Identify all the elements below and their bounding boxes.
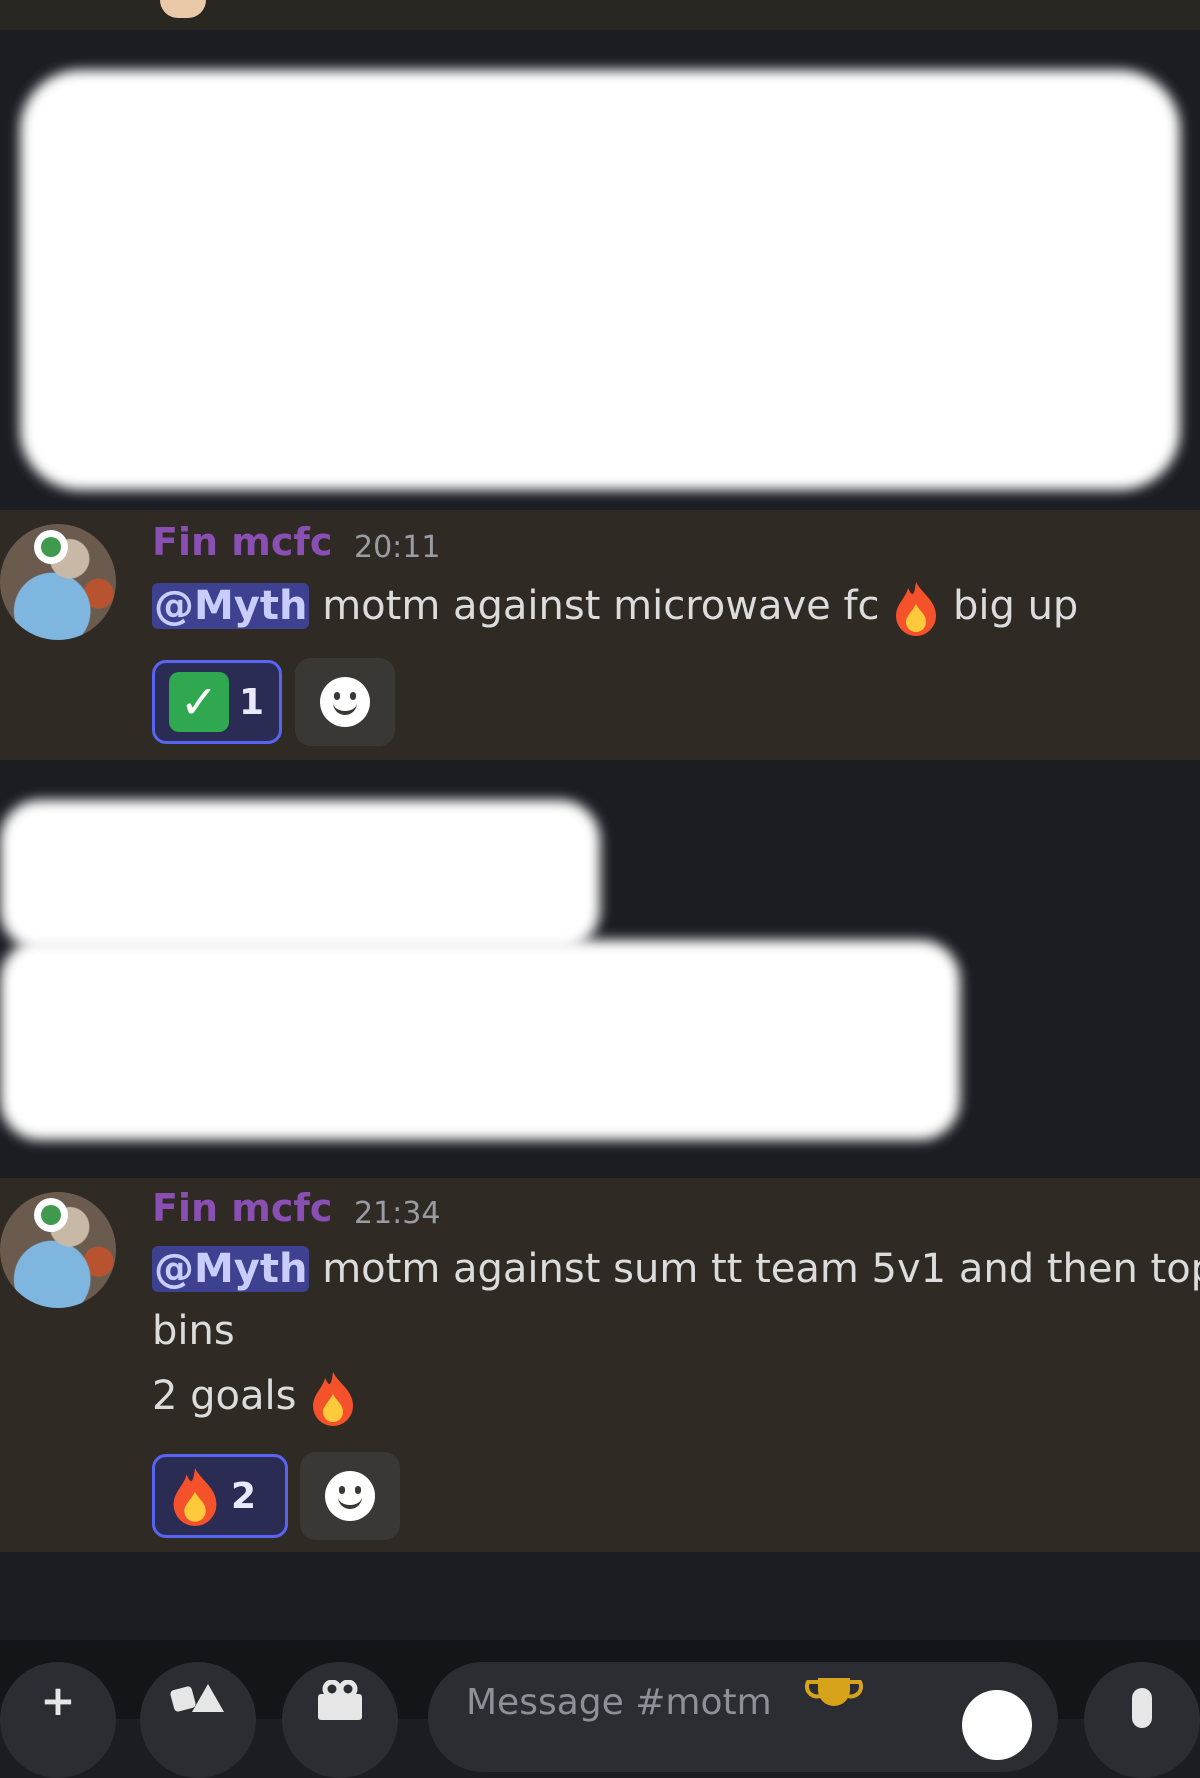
message-text-part: motm against sum tt team 5v1 and then to… <box>322 1246 1200 1292</box>
plus-button[interactable]: + <box>0 1662 116 1778</box>
redaction-scribble <box>0 940 960 1140</box>
redacted-message-area <box>0 30 1200 510</box>
reaction-chip[interactable]: 2 <box>152 1454 288 1538</box>
message-item[interactable]: Fin mcfc 21:34 @Myth motm against sum tt… <box>0 1178 1200 1552</box>
check-mark-emoji: ✓ <box>169 672 229 732</box>
microphone-button[interactable] <box>1084 1662 1200 1778</box>
fire-emoji <box>896 582 937 636</box>
trophy-icon <box>804 1678 864 1706</box>
previous-message-strip <box>0 0 1200 30</box>
message-text-part: big up <box>952 583 1079 629</box>
fire-emoji <box>173 1468 217 1526</box>
author-name[interactable]: Fin mcfc <box>152 520 332 564</box>
message-text-part: motm against microwave fc <box>322 583 880 629</box>
hand-emoji <box>160 0 206 18</box>
reaction-chip[interactable]: ✓ 1 <box>152 660 282 744</box>
message-text: @Myth motm against sum tt team 5v1 and t… <box>152 1246 1200 1292</box>
redaction-scribble <box>20 70 1180 490</box>
fire-emoji <box>313 1372 354 1426</box>
club-badge-icon <box>34 1198 68 1232</box>
message-text: @Myth motm against microwave fc big up <box>152 580 1078 636</box>
user-mention[interactable]: @Myth <box>152 1246 310 1292</box>
message-text-line: bins <box>152 1308 235 1354</box>
avatar[interactable] <box>0 1192 116 1308</box>
apps-icon <box>170 1684 224 1712</box>
timestamp: 21:34 <box>354 1196 441 1231</box>
add-reaction-button[interactable] <box>295 658 395 746</box>
club-badge-icon <box>34 530 68 564</box>
redacted-message-area <box>0 760 1200 1178</box>
author-name[interactable]: Fin mcfc <box>152 1186 332 1230</box>
message-text-line: 2 goals <box>152 1370 357 1426</box>
timestamp: 20:11 <box>354 530 441 565</box>
reaction-count: 2 <box>231 1475 257 1517</box>
message-text-part: 2 goals <box>152 1373 297 1419</box>
message-input-placeholder: Message #motm <box>466 1682 772 1723</box>
emoji-icon[interactable] <box>962 1690 1032 1760</box>
gift-button[interactable] <box>282 1662 398 1778</box>
message-item[interactable]: Fin mcfc 20:11 @Myth motm against microw… <box>0 510 1200 760</box>
user-mention[interactable]: @Myth <box>152 583 310 629</box>
plus-icon: + <box>40 1676 76 1725</box>
avatar[interactable] <box>0 524 116 640</box>
add-reaction-icon <box>320 677 370 727</box>
add-reaction-button[interactable] <box>300 1452 400 1540</box>
reaction-count: 1 <box>239 681 265 723</box>
microphone-icon <box>1132 1688 1152 1728</box>
apps-button[interactable] <box>140 1662 256 1778</box>
redaction-scribble <box>0 800 600 950</box>
add-reaction-icon <box>325 1471 375 1521</box>
gift-icon <box>318 1680 362 1720</box>
